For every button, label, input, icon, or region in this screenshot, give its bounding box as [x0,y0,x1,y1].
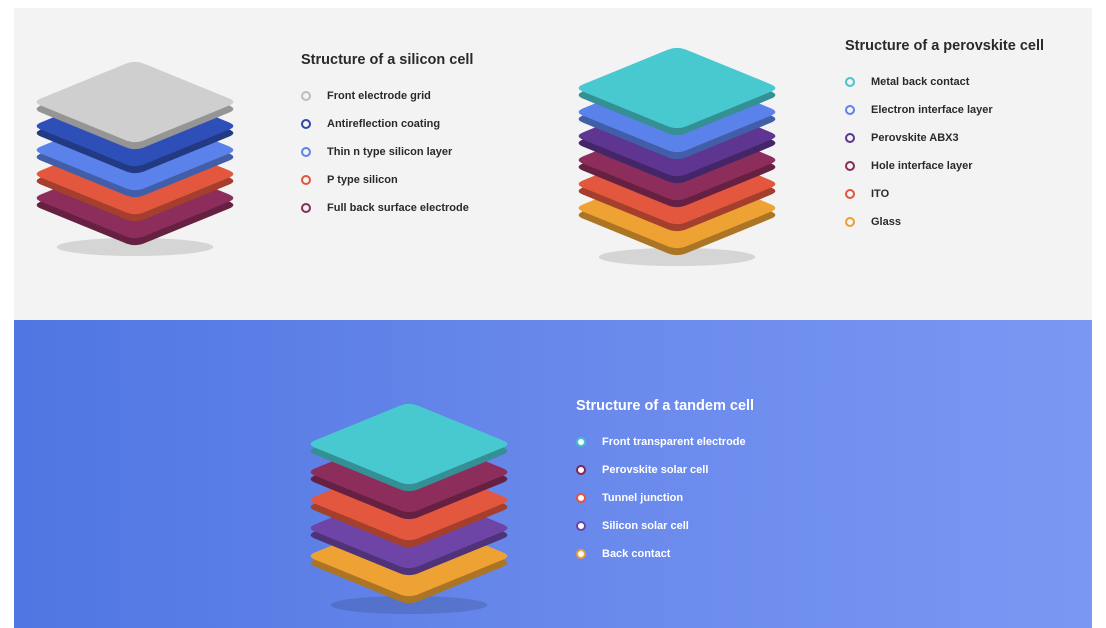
legend-label: Perovskite ABX3 [871,132,959,144]
silicon-legend-list: Front electrode grid Antireflection coati… [301,82,473,222]
silicon-legend: Structure of a silicon cell Front electr… [301,52,473,222]
legend-marker-icon [845,189,855,199]
legend-label: Glass [871,216,901,228]
legend-marker-icon [845,133,855,143]
legend-item: Hole interface layer [845,152,1044,180]
legend-label: Front transparent electrode [602,436,746,448]
legend-label: Electron interface layer [871,104,993,116]
silicon-title: Structure of a silicon cell [301,52,474,68]
legend-marker-icon [576,493,586,503]
tandem-legend-list: Front transparent electrode Perovskite so… [576,428,754,568]
legend-item: Perovskite ABX3 [845,124,1044,152]
legend-item: Tunnel junction [576,484,754,512]
perovskite-title: Structure of a perovskite cell [845,38,1045,54]
perovskite-layer-stack [574,46,780,272]
legend-item: Antireflection coating [301,110,473,138]
legend-marker-icon [845,105,855,115]
silicon-layer-stack [32,60,238,262]
legend-label: P type silicon [327,174,398,186]
legend-item: Electron interface layer [845,96,1044,124]
legend-label: Tunnel junction [602,492,684,504]
legend-item: Perovskite solar cell [576,456,754,484]
legend-marker-icon [576,549,586,559]
legend-label: Silicon solar cell [602,520,689,532]
legend-item: ITO [845,180,1044,208]
legend-item: Full back surface electrode [301,194,473,222]
tandem-layer-stack [306,402,512,620]
legend-marker-icon [301,147,311,157]
legend-marker-icon [845,161,855,171]
legend-label: Perovskite solar cell [602,464,709,476]
legend-item: Front electrode grid [301,82,473,110]
legend-label: Thin n type silicon layer [327,146,453,158]
legend-item: Metal back contact [845,68,1044,96]
legend-marker-icon [576,465,586,475]
legend-label: Hole interface layer [871,160,973,172]
legend-marker-icon [301,203,311,213]
legend-item: Back contact [576,540,754,568]
top-panel: Structure of a silicon cell Front electr… [14,8,1092,320]
legend-label: Full back surface electrode [327,202,469,214]
legend-marker-icon [576,521,586,531]
tandem-title: Structure of a tandem cell [576,398,755,414]
legend-item: Glass [845,208,1044,236]
legend-item: Thin n type silicon layer [301,138,473,166]
tandem-legend: Structure of a tandem cell Front transpa… [576,398,754,568]
legend-item: Silicon solar cell [576,512,754,540]
legend-marker-icon [845,217,855,227]
legend-item: Front transparent electrode [576,428,754,456]
legend-label: Metal back contact [871,76,970,88]
legend-label: Antireflection coating [327,118,441,130]
bottom-panel: Structure of a tandem cell Front transpa… [14,320,1092,628]
legend-marker-icon [576,437,586,447]
legend-item: P type silicon [301,166,473,194]
perovskite-legend: Structure of a perovskite cell Metal bac… [845,38,1044,236]
legend-label: Back contact [602,548,671,560]
legend-label: Front electrode grid [327,90,431,102]
legend-label: ITO [871,188,890,200]
legend-marker-icon [845,77,855,87]
perovskite-legend-list: Metal back contact Electron interface lay… [845,68,1044,236]
legend-marker-icon [301,91,311,101]
legend-marker-icon [301,175,311,185]
legend-marker-icon [301,119,311,129]
